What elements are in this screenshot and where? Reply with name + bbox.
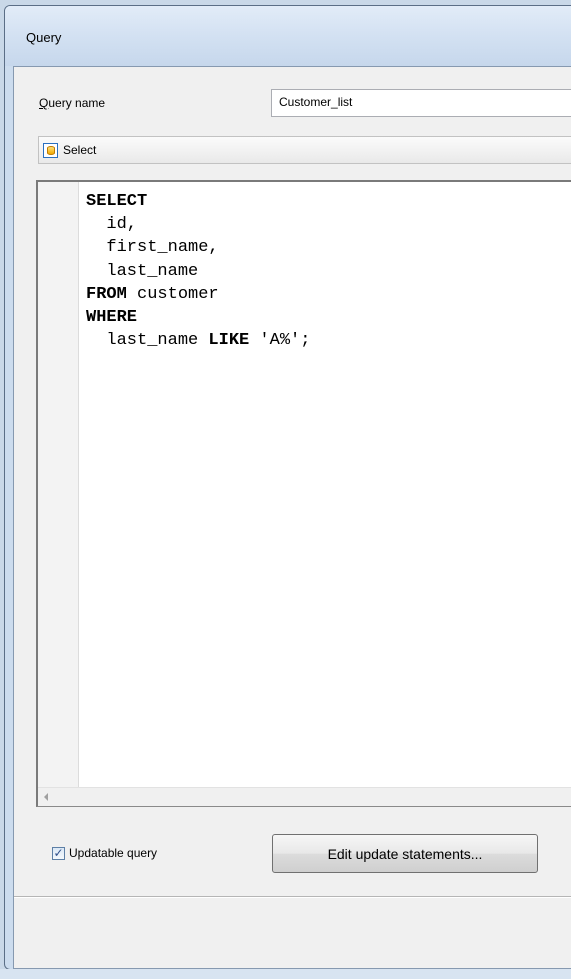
- divider: [14, 896, 571, 898]
- sql-text: 'A%';: [249, 331, 311, 351]
- sql-keyword: LIKE: [208, 331, 250, 351]
- code-line: FROM customer: [86, 283, 571, 306]
- query-name-label-text: uery name: [48, 96, 106, 110]
- sql-text: id,: [86, 215, 138, 235]
- code-line: first_name,: [86, 236, 571, 259]
- sql-editor[interactable]: SELECT id, first_name, last_name FROM cus…: [36, 180, 571, 807]
- sql-keyword: FROM: [86, 284, 127, 304]
- code-line: id,: [86, 213, 571, 236]
- code-line: last_name LIKE 'A%';: [86, 329, 571, 352]
- query-window: Query Query name Customer_list Select SE…: [4, 5, 571, 970]
- updatable-query-checkbox[interactable]: ✓: [52, 846, 65, 860]
- title-bar[interactable]: Query: [5, 6, 571, 66]
- updatable-query-label: Updatable query: [69, 846, 158, 860]
- updatable-query-option[interactable]: ✓ Updatable query: [52, 846, 157, 860]
- code-line: SELECT: [86, 190, 571, 213]
- query-name-input[interactable]: Customer_list: [271, 89, 571, 117]
- code-line: last_name: [86, 260, 571, 283]
- sql-code[interactable]: SELECT id, first_name, last_name FROM cus…: [86, 190, 571, 352]
- select-button[interactable]: Select: [43, 140, 102, 160]
- sql-text: last_name: [86, 331, 209, 351]
- query-toolbar: Select: [38, 136, 571, 164]
- sql-text: last_name: [86, 261, 199, 281]
- sql-text: customer: [126, 284, 219, 304]
- code-line: WHERE: [86, 306, 571, 329]
- window-title: Query: [26, 30, 62, 45]
- sql-keyword: WHERE: [86, 307, 138, 327]
- query-name-label: Query name: [39, 96, 105, 110]
- select-label: Select: [63, 143, 97, 157]
- edit-update-statements-button[interactable]: Edit update statements...: [272, 834, 538, 873]
- editor-gutter: [38, 182, 79, 788]
- sql-keyword: SELECT: [86, 192, 148, 211]
- query-name-label-mnemonic: Q: [39, 96, 49, 110]
- horizontal-scrollbar[interactable]: [38, 787, 571, 806]
- background-edge: [0, 969, 571, 979]
- database-icon: [43, 142, 58, 158]
- query-panel: Query name Customer_list Select SELECT i…: [13, 66, 571, 969]
- sql-text: first_name,: [86, 238, 219, 258]
- scroll-left-icon[interactable]: [44, 793, 48, 801]
